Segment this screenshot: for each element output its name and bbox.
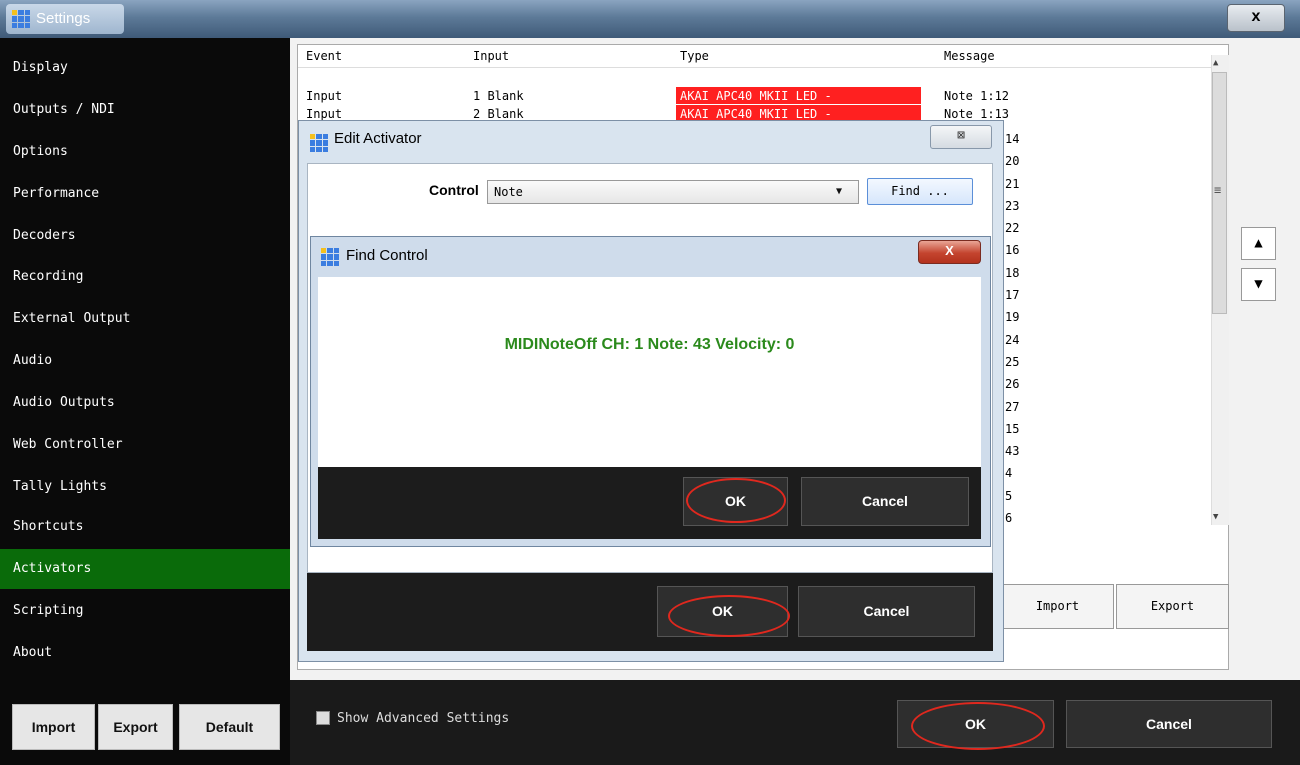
message-fragment: 6 bbox=[1005, 511, 1013, 526]
message-fragment: 27 bbox=[1005, 399, 1020, 414]
sidebar-item-activators[interactable]: Activators bbox=[0, 549, 290, 589]
settings-cancel-button[interactable]: Cancel bbox=[1066, 700, 1272, 748]
show-advanced-checkbox[interactable] bbox=[316, 711, 330, 725]
sidebar-item-external-output[interactable]: External Output bbox=[0, 299, 290, 339]
message-fragment: 5 bbox=[1005, 488, 1013, 503]
cell-event: Input bbox=[306, 89, 343, 103]
column-header-input[interactable]: Input bbox=[473, 49, 509, 63]
message-fragment: 43 bbox=[1005, 444, 1020, 459]
column-header-message[interactable]: Message bbox=[944, 49, 995, 63]
sidebar-item-options[interactable]: Options bbox=[0, 132, 290, 172]
table-scroll-thumb[interactable]: ≡ bbox=[1212, 72, 1227, 314]
sidebar-item-tally-lights[interactable]: Tally Lights bbox=[0, 467, 290, 507]
scroll-down-icon[interactable]: ▼ bbox=[1213, 512, 1218, 522]
sidebar-item-scripting[interactable]: Scripting bbox=[0, 591, 290, 631]
message-fragment: 15 bbox=[1005, 421, 1020, 436]
activators-import-button[interactable]: Import bbox=[1001, 584, 1114, 629]
message-fragment: 19 bbox=[1005, 310, 1020, 325]
sidebar-item-outputs-ndi[interactable]: Outputs / NDI bbox=[0, 90, 290, 130]
message-fragment: 24 bbox=[1005, 332, 1020, 347]
window-close-button[interactable]: x bbox=[1227, 4, 1285, 32]
window-title: Settings bbox=[36, 10, 91, 27]
find-control-body bbox=[318, 277, 981, 467]
scroll-up-icon[interactable]: ▲ bbox=[1213, 58, 1218, 68]
sidebar-item-shortcuts[interactable]: Shortcuts bbox=[0, 507, 290, 547]
edit-activator-close-button[interactable]: ⊠ bbox=[930, 125, 992, 149]
sidebar-item-display[interactable]: Display bbox=[0, 48, 290, 88]
sidebar-item-recording[interactable]: Recording bbox=[0, 257, 290, 297]
activators-export-button[interactable]: Export bbox=[1116, 584, 1229, 629]
column-header-type[interactable]: Type bbox=[680, 49, 709, 63]
find-button[interactable]: Find ... bbox=[867, 178, 973, 205]
title-bar: Settings x bbox=[0, 0, 1300, 38]
grip-icon: ≡ bbox=[1214, 183, 1222, 197]
table-row[interactable]: Input 1 Blank AKAI APC40 MKII LED - Note… bbox=[298, 87, 1214, 105]
move-down-button[interactable]: ▼ bbox=[1241, 268, 1276, 301]
show-advanced-label[interactable]: Show Advanced Settings bbox=[337, 711, 509, 726]
edit-activator-title: Edit Activator bbox=[334, 130, 422, 147]
find-control-cancel-button[interactable]: Cancel bbox=[801, 477, 969, 526]
cell-type: AKAI APC40 MKII LED - bbox=[676, 87, 921, 104]
annotation-circle bbox=[911, 702, 1045, 750]
sidebar-item-audio-outputs[interactable]: Audio Outputs bbox=[0, 383, 290, 423]
message-fragment: 14 bbox=[1005, 132, 1020, 146]
annotation-circle bbox=[668, 595, 790, 637]
message-fragment: 25 bbox=[1005, 354, 1020, 369]
cell-message: Note 1:12 bbox=[944, 89, 1010, 103]
sidebar-item-decoders[interactable]: Decoders bbox=[0, 216, 290, 256]
move-up-button[interactable]: ▲ bbox=[1241, 227, 1276, 260]
sidebar-import-button[interactable]: Import bbox=[12, 704, 95, 750]
sidebar-item-performance[interactable]: Performance bbox=[0, 174, 290, 214]
column-header-event[interactable]: Event bbox=[306, 49, 342, 63]
app-grid-icon bbox=[12, 10, 30, 28]
message-fragment: 23 bbox=[1005, 198, 1020, 213]
find-control-close-button[interactable]: X bbox=[918, 240, 981, 264]
sidebar-item-audio[interactable]: Audio bbox=[0, 341, 290, 381]
control-label: Control bbox=[429, 182, 479, 198]
table-header: Event Input Type Message bbox=[298, 45, 1214, 68]
sidebar-item-web-controller[interactable]: Web Controller bbox=[0, 425, 290, 465]
control-select[interactable]: Note bbox=[487, 180, 859, 204]
app-grid-icon bbox=[310, 134, 328, 152]
message-fragment: 16 bbox=[1005, 243, 1020, 258]
app-grid-icon bbox=[321, 248, 339, 266]
sidebar-export-button[interactable]: Export bbox=[98, 704, 173, 750]
detected-midi-message: MIDINoteOff CH: 1 Note: 43 Velocity: 0 bbox=[504, 336, 795, 353]
message-fragment: 20 bbox=[1005, 154, 1020, 169]
message-fragment: 17 bbox=[1005, 288, 1020, 303]
sidebar-item-about[interactable]: About bbox=[0, 633, 290, 673]
edit-activator-cancel-button[interactable]: Cancel bbox=[798, 586, 975, 637]
message-fragment: 4 bbox=[1005, 466, 1013, 481]
chevron-down-icon[interactable]: ▼ bbox=[836, 180, 842, 204]
message-fragment: 26 bbox=[1005, 377, 1020, 392]
message-fragment: 22 bbox=[1005, 221, 1020, 236]
sidebar-default-button[interactable]: Default bbox=[179, 704, 280, 750]
message-fragment: 18 bbox=[1005, 265, 1020, 280]
find-control-title: Find Control bbox=[346, 247, 428, 264]
message-fragments: 14 20 21 23 22 16 18 17 19 24 25 26 27 1… bbox=[1005, 128, 1019, 529]
annotation-circle bbox=[686, 478, 786, 523]
message-fragment: 21 bbox=[1005, 176, 1020, 191]
cell-input: 1 Blank bbox=[473, 89, 524, 103]
